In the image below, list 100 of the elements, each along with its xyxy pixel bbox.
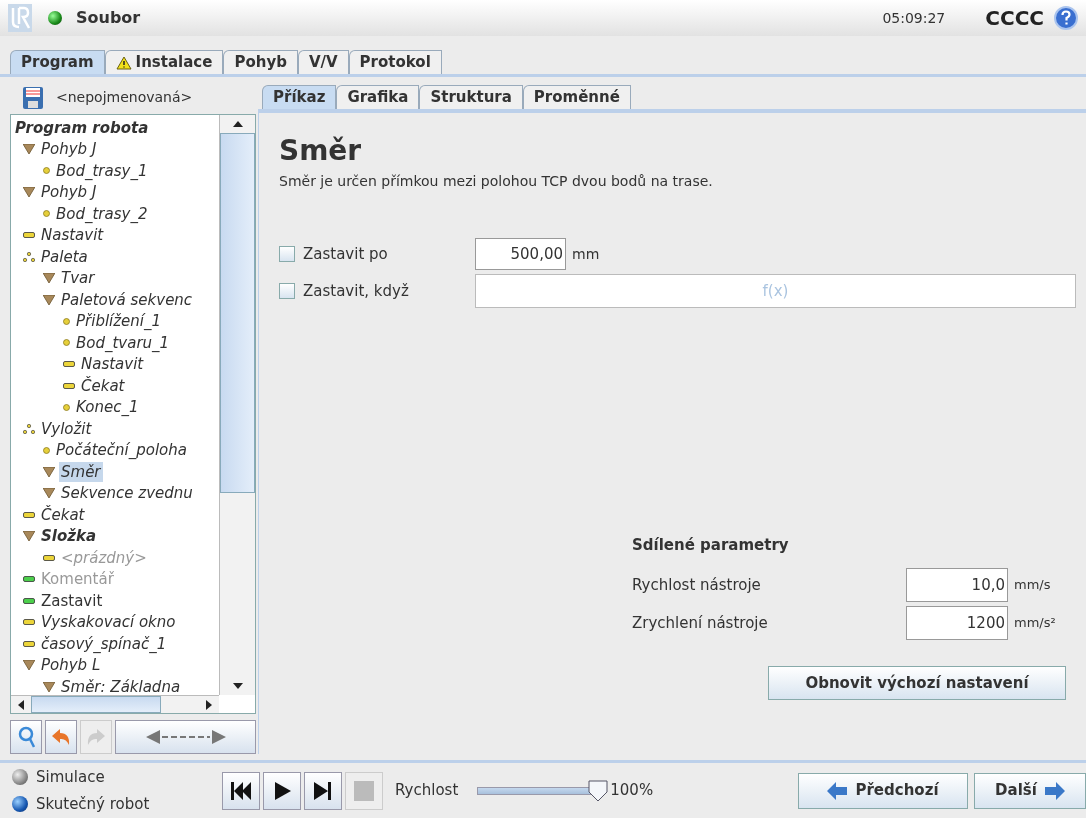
undo-icon [51, 728, 71, 746]
triangle-icon [23, 144, 35, 155]
sub-tab[interactable]: Příkaz [262, 85, 337, 109]
mode-label: Skutečný robot [36, 793, 150, 815]
triangle-icon [43, 466, 55, 477]
sub-tab[interactable]: Grafika [336, 85, 420, 109]
triangle-icon [23, 187, 35, 198]
speed-label: Rychlost [395, 780, 459, 802]
radio-button[interactable] [12, 795, 28, 812]
bar-icon [63, 361, 75, 368]
right-arrow-icon[interactable] [206, 699, 212, 710]
section-heading: Sdílené parametry [632, 534, 790, 556]
reset-button[interactable]: Obnovit výchozí nastavení [768, 666, 1066, 700]
next-button[interactable]: Další [974, 772, 1086, 809]
tree-item[interactable]: Tvar [59, 268, 97, 289]
main-tab[interactable]: Protokol [348, 50, 442, 74]
unit-text: mm/s [1013, 576, 1052, 595]
bar-icon [23, 511, 35, 518]
tree-item[interactable]: Konec_1 [74, 397, 141, 418]
tree-item[interactable]: Počáteční_poloha [54, 440, 189, 461]
tree-item[interactable]: Bod_trasy_2 [54, 203, 150, 224]
bar-icon [43, 554, 55, 561]
tree-item[interactable]: Vyskakovací okno [39, 612, 178, 633]
step-button[interactable] [304, 771, 342, 810]
tree-item[interactable]: Program robota [13, 117, 151, 138]
dot-icon [43, 446, 50, 454]
rewind-button[interactable] [222, 771, 260, 810]
up-arrow-icon[interactable] [232, 121, 243, 127]
tree-item[interactable]: Nastavit [39, 225, 106, 246]
tree-item[interactable]: Pohyb L [39, 655, 103, 676]
bar-icon [23, 619, 35, 626]
checkbox-label: Zastavit po [303, 243, 388, 265]
radio-button[interactable] [12, 769, 28, 786]
dot-icon [43, 167, 50, 175]
save-icon[interactable] [22, 85, 44, 110]
dots-icon [23, 251, 35, 262]
clock-text: 05:09:27 [882, 8, 946, 28]
triangle-icon [43, 681, 55, 692]
right-arrow-icon [1044, 781, 1065, 800]
main-tab[interactable]: Program [10, 50, 105, 74]
distance-input[interactable]: 500,00 [475, 238, 566, 270]
tree-item[interactable]: Vyložit [39, 418, 94, 439]
checkbox[interactable] [279, 246, 295, 262]
tree-item[interactable]: Pohyb J [39, 139, 99, 160]
parameter-input[interactable]: 10,0 [906, 568, 1008, 602]
bar-icon [63, 382, 75, 389]
tree-item[interactable]: Čekat [79, 375, 127, 396]
main-tab[interactable]: Pohyb [223, 50, 298, 74]
undo-button[interactable] [45, 720, 77, 754]
triangle-icon [43, 294, 55, 305]
slider-thumb[interactable] [588, 779, 609, 802]
tree-item[interactable]: Paletová sekvenc [59, 289, 195, 310]
tree-item[interactable]: Pohyb J [39, 182, 99, 203]
checkbox[interactable] [279, 283, 295, 299]
left-arrow-icon[interactable] [18, 699, 24, 710]
redo-icon [86, 728, 106, 746]
tree-item[interactable]: časový_spínač_1 [39, 633, 169, 654]
tree-item[interactable]: Směr [59, 461, 103, 482]
command-title: Směr [279, 133, 363, 169]
bar-icon [23, 576, 35, 583]
dot-icon [43, 210, 50, 218]
left-arrow-icon [827, 781, 848, 800]
bar-icon [23, 232, 35, 239]
triangle-icon [43, 488, 55, 499]
unit-text: mm/s² [1013, 614, 1057, 633]
play-button[interactable] [263, 771, 301, 810]
tree-item[interactable]: Přiblížení_1 [74, 311, 164, 332]
dot-icon [63, 339, 70, 347]
tree-item[interactable]: Směr: Základna [59, 676, 183, 695]
tree-item[interactable]: Čekat [39, 504, 87, 525]
previous-button[interactable]: Předchozí [798, 772, 968, 809]
tree-item[interactable]: Složka [39, 526, 99, 547]
main-tab[interactable]: V/V [297, 50, 349, 74]
sub-tab[interactable]: Proměnné [522, 85, 631, 109]
down-arrow-icon[interactable] [232, 683, 243, 689]
tree-item[interactable]: Paleta [39, 246, 90, 267]
dots-icon [23, 423, 35, 434]
tree-item[interactable]: Bod_trasy_1 [54, 160, 150, 181]
parameter-input[interactable]: 1200 [906, 606, 1008, 640]
tree-item[interactable]: Bod_tvaru_1 [74, 332, 172, 353]
search-button[interactable] [10, 720, 42, 754]
vertical-scrollbar[interactable] [219, 115, 255, 695]
move-button[interactable] [115, 720, 256, 754]
logo-icon [8, 4, 32, 32]
search-icon [17, 726, 35, 748]
main-tab[interactable]: Instalace [104, 50, 224, 74]
parameter-label: Zrychlení nástroje [632, 612, 769, 634]
horizontal-scrollbar[interactable] [11, 695, 219, 713]
expression-input[interactable]: f(x) [475, 274, 1076, 308]
tree-item[interactable]: Sekvence zvednu [59, 483, 195, 504]
triangle-icon [23, 660, 35, 671]
help-icon[interactable] [1054, 6, 1078, 30]
sub-tab[interactable]: Struktura [419, 85, 523, 109]
tree-item[interactable]: Zastavit [39, 590, 105, 611]
file-menu[interactable]: Soubor [76, 6, 141, 30]
program-name: <nepojmenovaná> [56, 88, 193, 107]
command-description: Směr je určen přímkou mezi polohou TCP dvou bodů na trase. [279, 172, 714, 191]
checkbox-label: Zastavit, když [303, 280, 409, 302]
tree-item[interactable]: Nastavit [79, 354, 146, 375]
triangle-icon [43, 273, 55, 284]
